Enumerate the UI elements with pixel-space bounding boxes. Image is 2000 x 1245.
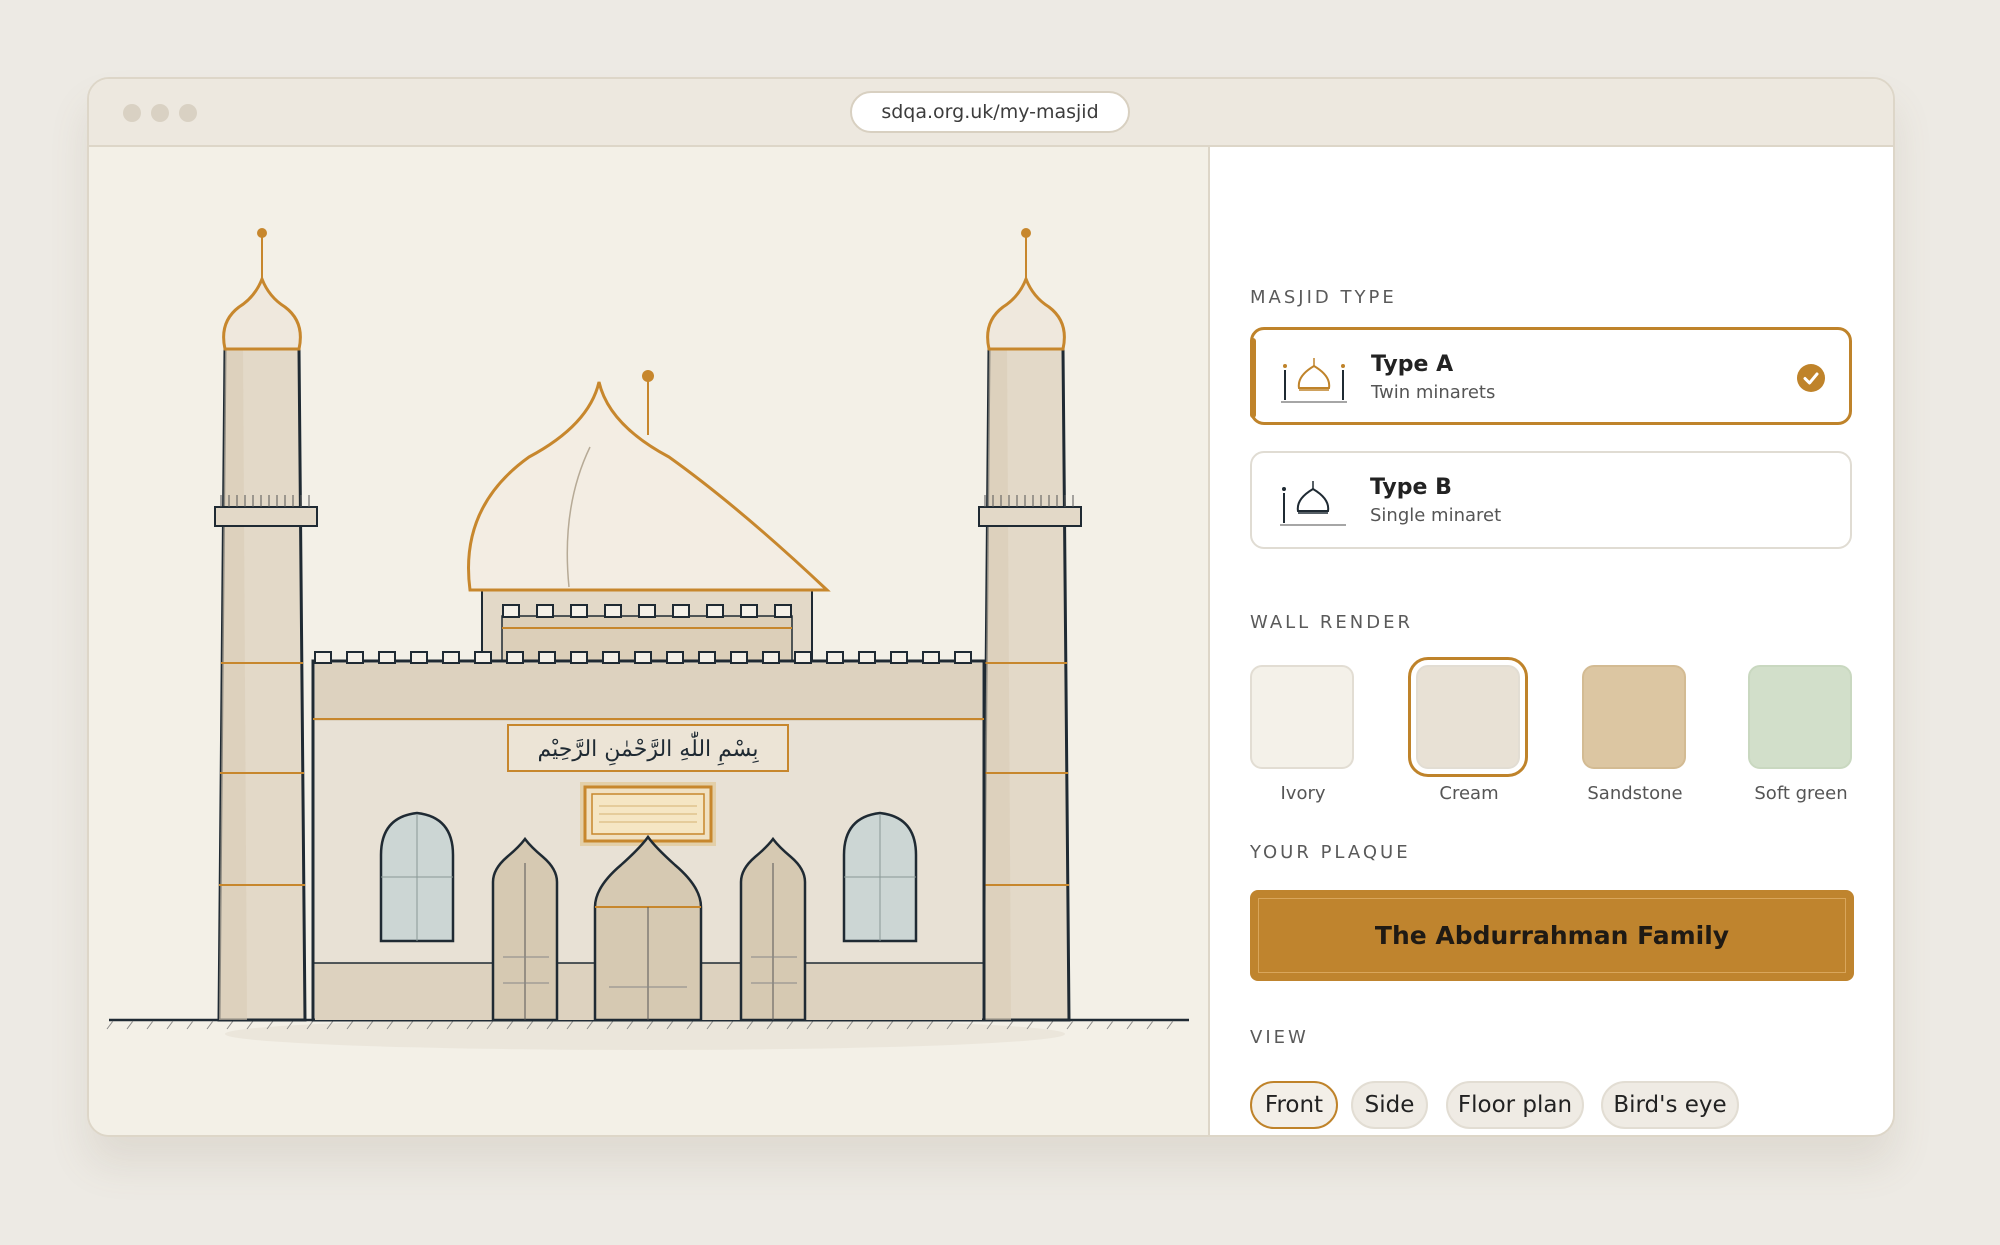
right-minaret (978, 228, 1082, 1022)
check-icon (1797, 364, 1825, 392)
customization-panel: MASJID TYPE Type A Twin minarets Type B … (1210, 147, 1893, 1135)
browser-window: sdqa.org.uk/my-masjid بِسْمِ اللّٰهِ الر… (87, 77, 1895, 1137)
swatch-sandstone-color[interactable] (1582, 665, 1686, 769)
window-close-dot[interactable] (123, 104, 141, 122)
view-front-button[interactable]: Front (1250, 1081, 1338, 1129)
twin-minaret-icon (1281, 358, 1347, 403)
swatch-ivory-color[interactable] (1250, 665, 1354, 769)
view-birds-eye-button[interactable]: Bird's eye (1601, 1081, 1739, 1129)
main-dome (467, 370, 831, 592)
swatch-soft-green[interactable]: Soft green (1748, 665, 1854, 804)
wall-render-heading: WALL RENDER (1250, 612, 1413, 633)
view-heading: VIEW (1250, 1027, 1309, 1048)
swatch-cream[interactable]: Cream (1408, 657, 1528, 804)
window-maximize-dot[interactable] (179, 104, 197, 122)
type-b-label: Type B (1370, 475, 1452, 500)
swatch-soft-green-color[interactable] (1748, 665, 1852, 769)
type-a-label: Type A (1371, 352, 1454, 377)
plaque-text[interactable]: The Abdurrahman Family (1258, 898, 1846, 973)
type-b-option[interactable]: Type B Single minaret (1250, 451, 1852, 549)
swatch-ivory-label: Ivory (1280, 783, 1326, 804)
swatch-soft-green-label: Soft green (1754, 783, 1848, 804)
main-hall: بِسْمِ اللّٰهِ الرَّحْمٰنِ الرَّحِيْم (311, 651, 986, 1022)
browser-titlebar: sdqa.org.uk/my-masjid (89, 79, 1893, 147)
type-b-description: Single minaret (1370, 505, 1502, 526)
view-side-button[interactable]: Side (1351, 1081, 1428, 1129)
swatch-sandstone[interactable]: Sandstone (1582, 665, 1688, 804)
masjid-type-heading: MASJID TYPE (1250, 287, 1397, 308)
calligraphy-text: بِسْمِ اللّٰهِ الرَّحْمٰنِ الرَّحِيْم (537, 731, 759, 766)
selected-accent-bar (1250, 338, 1256, 418)
plaque-field[interactable]: The Abdurrahman Family (1250, 890, 1854, 981)
type-a-option[interactable]: Type A Twin minarets (1250, 327, 1852, 425)
masjid-preview-canvas: بِسْمِ اللّٰهِ الرَّحْمٰنِ الرَّحِيْم (89, 147, 1208, 1135)
masjid-illustration: بِسْمِ اللّٰهِ الرَّحْمٰنِ الرَّحِيْم (106, 228, 1189, 1050)
swatch-cream-label: Cream (1439, 783, 1499, 804)
window-minimize-dot[interactable] (151, 104, 169, 122)
swatch-ivory[interactable]: Ivory (1250, 665, 1356, 804)
type-a-description: Twin minarets (1371, 382, 1496, 403)
left-minaret (214, 228, 318, 1022)
view-floor-plan-button[interactable]: Floor plan (1446, 1081, 1584, 1129)
swatch-cream-color[interactable] (1408, 657, 1528, 777)
your-plaque-heading: YOUR PLAQUE (1250, 842, 1411, 863)
single-minaret-icon (1280, 481, 1346, 526)
swatch-sandstone-label: Sandstone (1587, 783, 1683, 804)
address-bar[interactable]: sdqa.org.uk/my-masjid (850, 91, 1130, 133)
